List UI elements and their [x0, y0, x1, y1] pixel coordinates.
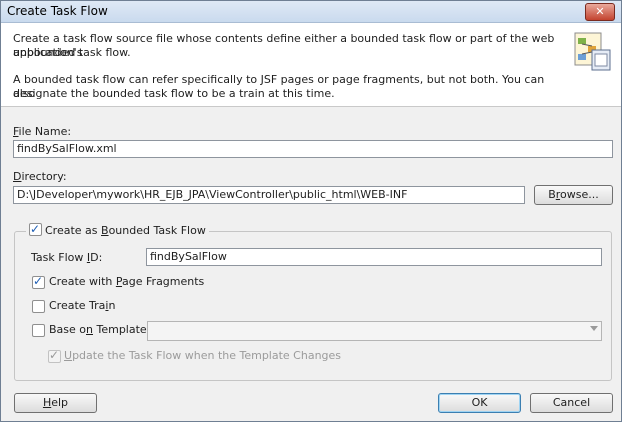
description-line-2: unbounded task flow. — [13, 46, 131, 59]
chevron-down-icon — [590, 326, 598, 331]
create-task-flow-dialog: Create Task Flow ✕ Create a task flow so… — [0, 0, 622, 422]
bounded-task-flow-checkbox[interactable] — [29, 221, 42, 237]
title-bar: Create Task Flow ✕ — [1, 1, 621, 23]
help-button[interactable]: Help — [14, 393, 97, 413]
base-on-template-label: Base on Template: — [49, 323, 151, 336]
create-train-label: Create Train — [49, 299, 116, 312]
ok-button[interactable]: OK — [438, 393, 521, 413]
page-fragments-label: Create with Page Fragments — [49, 275, 205, 288]
cancel-button[interactable]: Cancel — [530, 393, 613, 413]
template-select[interactable] — [147, 321, 602, 341]
update-on-template-change-checkbox[interactable] — [48, 348, 61, 363]
base-on-template-checkbox[interactable] — [32, 324, 45, 337]
update-on-template-change-label: Update the Task Flow when the Template C… — [64, 349, 342, 362]
page-fragments-checkbox[interactable] — [32, 274, 45, 289]
task-flow-id-input[interactable]: findBySalFlow — [146, 248, 602, 266]
description-header: Create a task flow source file whose con… — [1, 23, 621, 107]
file-name-label: File Name: — [13, 125, 72, 138]
directory-label: Directory: — [13, 170, 67, 183]
description-line-4: designate the bounded task flow to be a … — [13, 87, 335, 100]
browse-button[interactable]: Browse... — [534, 185, 613, 205]
bounded-task-flow-legend: Create as Bounded Task Flow — [26, 221, 209, 239]
task-flow-icon — [574, 32, 611, 71]
task-flow-id-label: Task Flow ID: — [31, 251, 103, 264]
directory-input[interactable]: D:\JDeveloper\mywork\HR_EJB_JPA\ViewCont… — [13, 186, 525, 204]
create-train-checkbox[interactable] — [32, 300, 45, 313]
dialog-title: Create Task Flow — [7, 4, 108, 18]
close-button[interactable]: ✕ — [585, 3, 615, 21]
bounded-task-flow-label: Create as Bounded Task Flow — [45, 224, 206, 237]
file-name-input[interactable]: findBySalFlow.xml — [13, 140, 613, 158]
